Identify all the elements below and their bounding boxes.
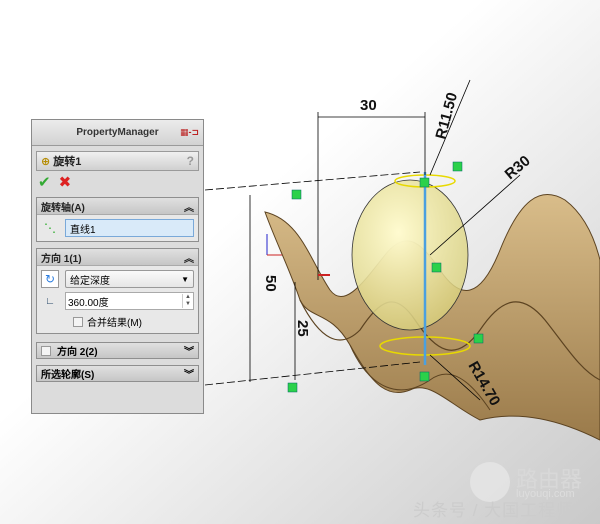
axis-group-header[interactable]: 旋转轴(A) ︽ [37,198,198,215]
revolve-icon: ⊕ [41,155,51,168]
direction1-group: 方向 1(1) ︽ ↻ 给定深度 ▼ ∟ 360.00度 ▲ ▼ 合并结果(M) [36,248,199,334]
direction2-header[interactable]: 方向 2(2) ︾ [36,342,199,359]
axis-line-icon: ⋱ [44,221,56,235]
axis-group: 旋转轴(A) ︽ ⋱ 直线1 [36,197,199,242]
sphere-preview [351,179,469,331]
merge-label: 合并结果(M) [87,318,142,329]
group-label: 方向 1(1) [41,253,82,265]
watermark-author: 头条号 / 大国工程师 [413,501,575,520]
help-button[interactable]: ? [187,154,194,168]
axis-field[interactable]: 直线1 [65,219,194,237]
expand-icon[interactable]: ︾ [184,343,194,358]
contours-header[interactable]: 所选轮廓(S) ︾ [36,365,199,382]
feature-name: 旋转1 [53,156,82,168]
spinner[interactable]: ▲ ▼ [182,294,191,308]
angle-input[interactable]: 360.00度 ▲ ▼ [65,292,194,310]
panel-title: PropertyManager [76,127,159,138]
merge-checkbox[interactable] [73,316,83,327]
pin-icon[interactable]: ▦-⊐ [180,127,199,138]
expand-icon[interactable]: ︾ [184,366,194,381]
select-value: 给定深度 [70,275,110,287]
angle-icon: ∟ [45,295,55,307]
dim-30[interactable]: 30 [360,97,377,114]
group-label: 所选轮廓(S) [41,370,95,381]
group-label: 旋转轴(A) [41,202,85,214]
property-manager-header: PropertyManager ▦-⊐ [32,120,203,146]
direction1-header[interactable]: 方向 1(1) ︽ [37,249,198,266]
watermark: 路由器 luyouqi.com 头条号 / 大国工程师 [410,462,600,524]
group-label: 方向 2(2) [57,347,98,358]
cancel-button[interactable]: ✖ [59,173,72,191]
property-manager-panel: PropertyManager ▦-⊐ ⊕ 旋转1 ? ✔ ✖ 旋转轴(A) ︽ … [31,119,204,414]
end-condition-select[interactable]: 给定深度 ▼ [65,270,194,288]
dim-25[interactable]: 25 [294,320,311,337]
feature-title-bar: ⊕ 旋转1 ? [36,151,199,171]
collapse-icon[interactable]: ︽ [184,199,194,214]
angle-value: 360.00度 [68,297,109,309]
direction2-checkbox[interactable] [41,345,51,356]
ok-button[interactable]: ✔ [38,173,51,191]
collapse-icon[interactable]: ︽ [184,250,194,265]
reverse-direction-icon[interactable]: ↻ [41,270,59,288]
dropdown-arrow-icon: ▼ [181,274,189,284]
dim-50[interactable]: 50 [262,275,279,292]
